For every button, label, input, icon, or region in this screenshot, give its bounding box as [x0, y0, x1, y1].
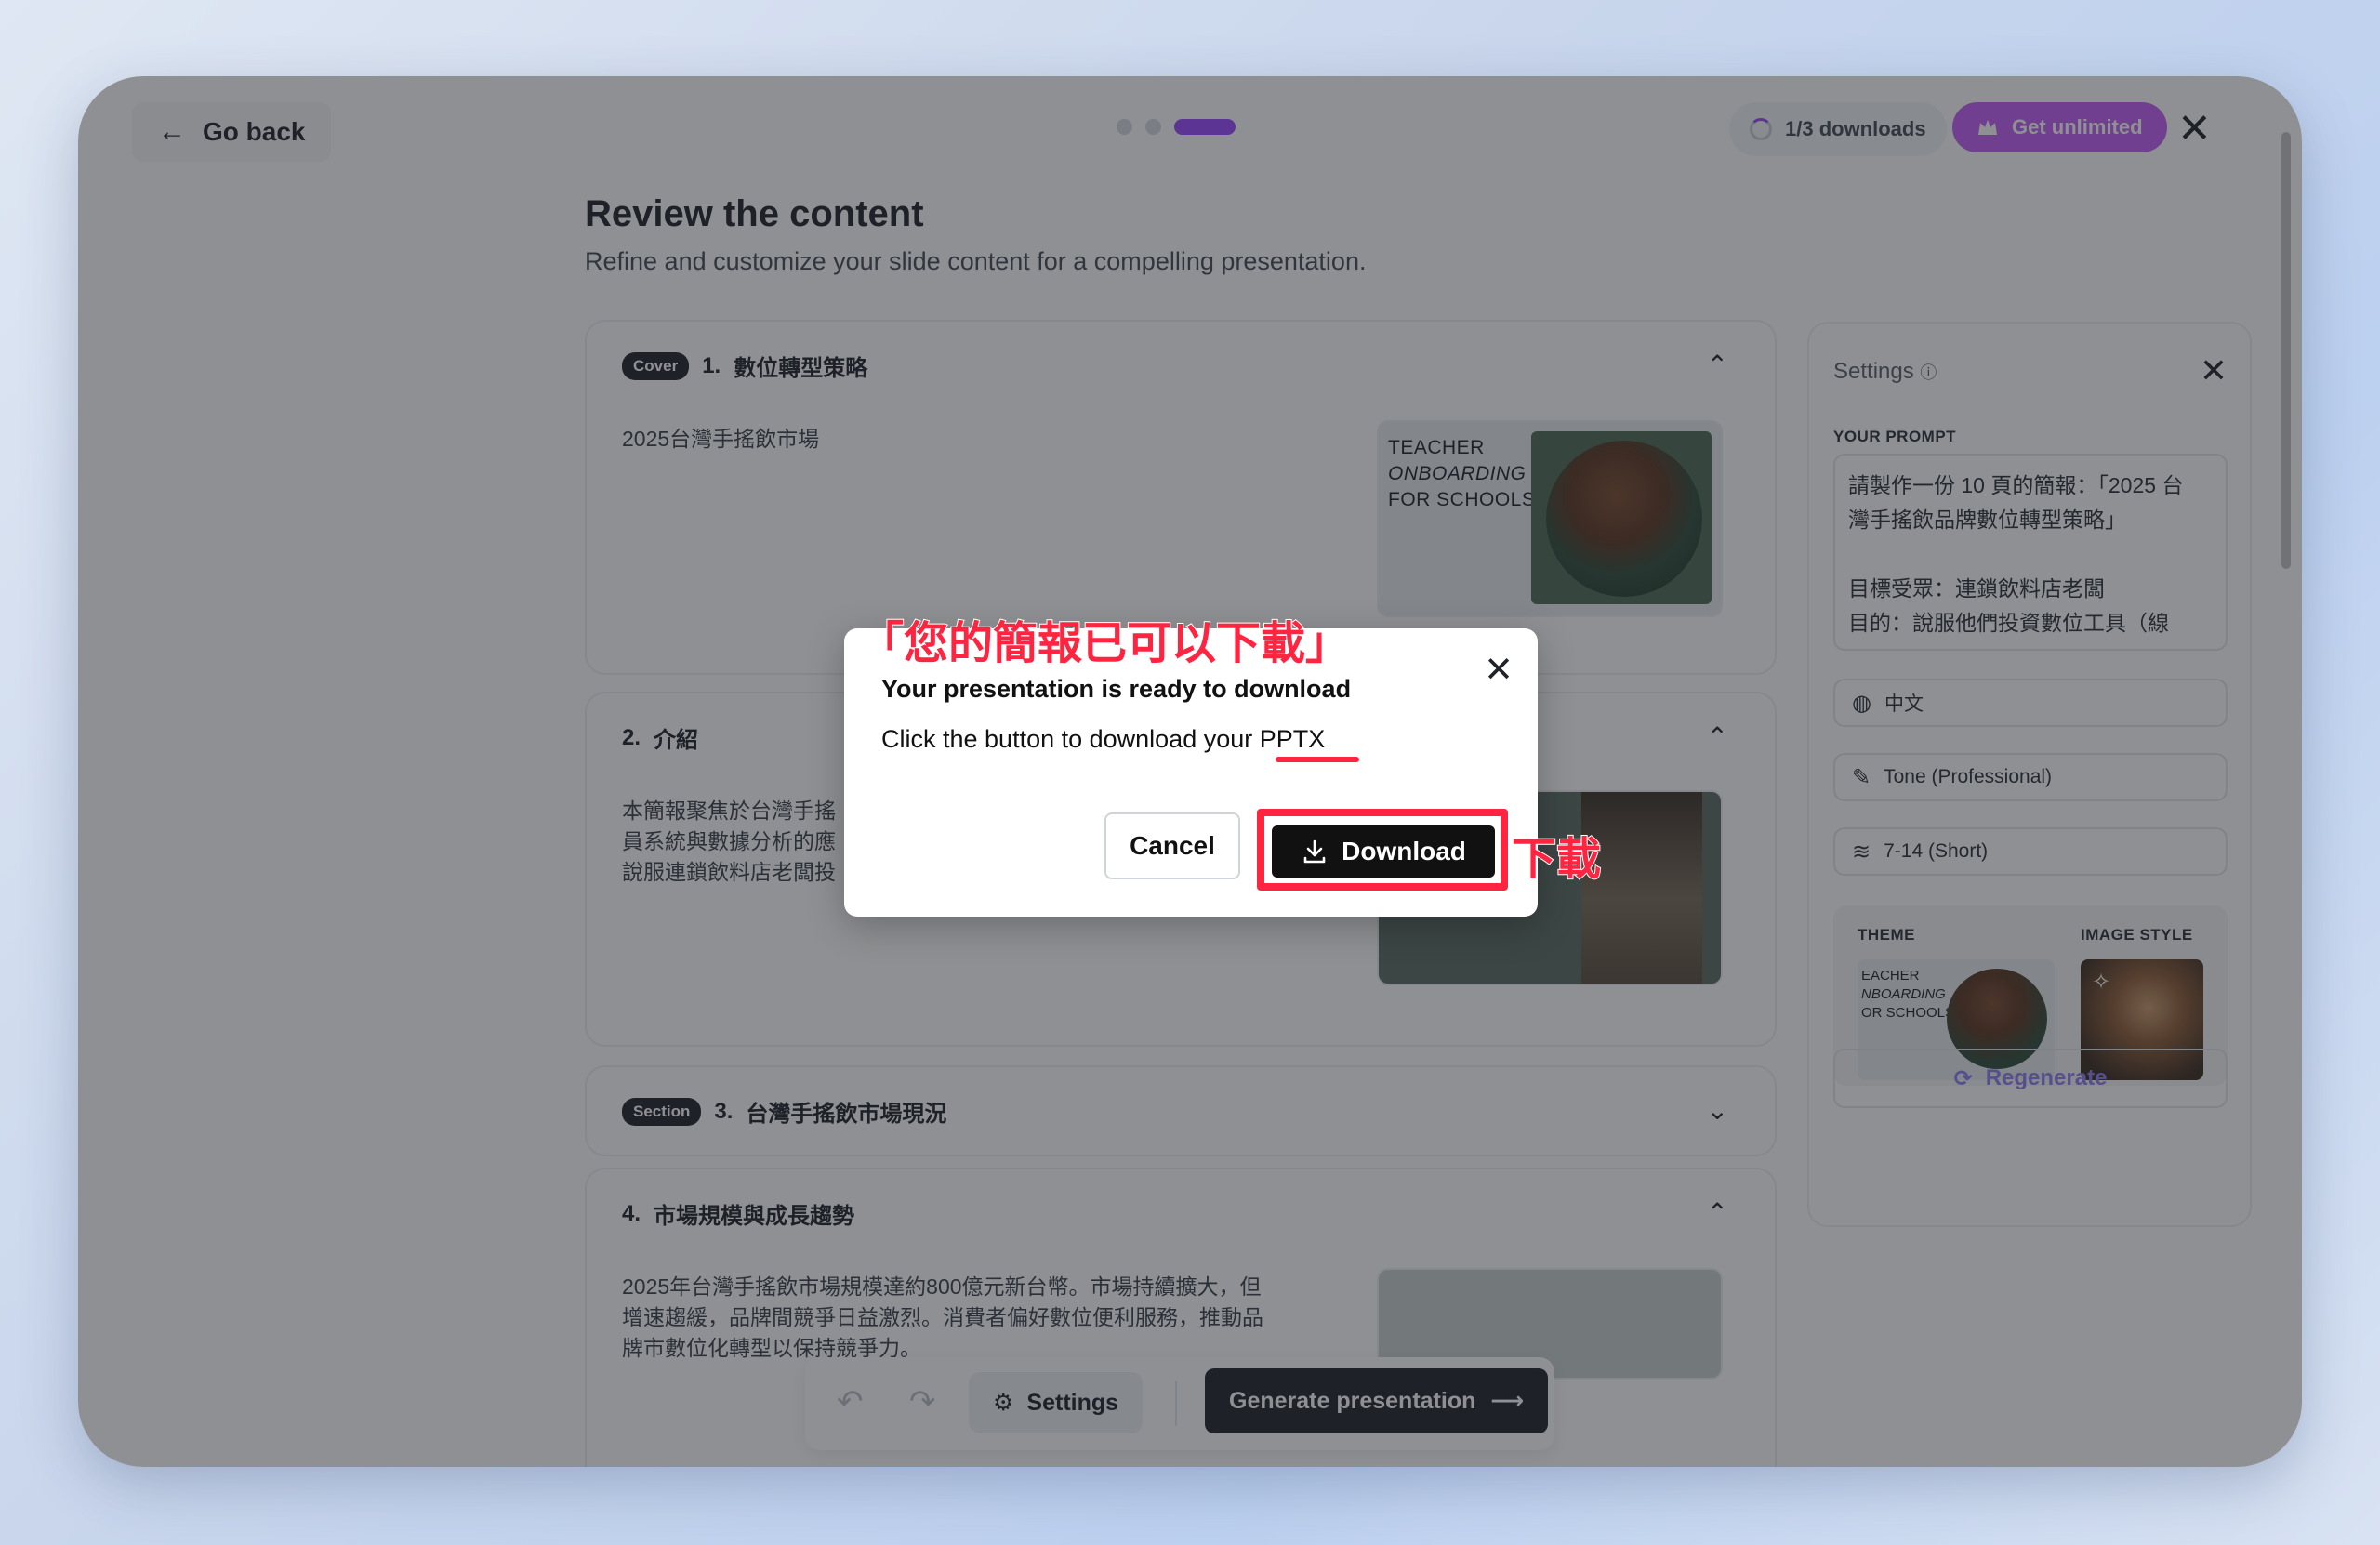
annotation-highlight-box [1257, 809, 1508, 891]
close-icon[interactable]: ✕ [1484, 649, 1514, 691]
modal-title: Your presentation is ready to download [881, 675, 1352, 703]
annotation-underline [1276, 757, 1359, 762]
modal-text: Click the button to download your PPTX [881, 725, 1326, 753]
annotation-callout-top: 「您的簡報已可以下載」 [858, 618, 1351, 669]
annotation-callout-right: 下載 [1511, 834, 1602, 885]
cancel-button[interactable]: Cancel [1104, 812, 1240, 879]
